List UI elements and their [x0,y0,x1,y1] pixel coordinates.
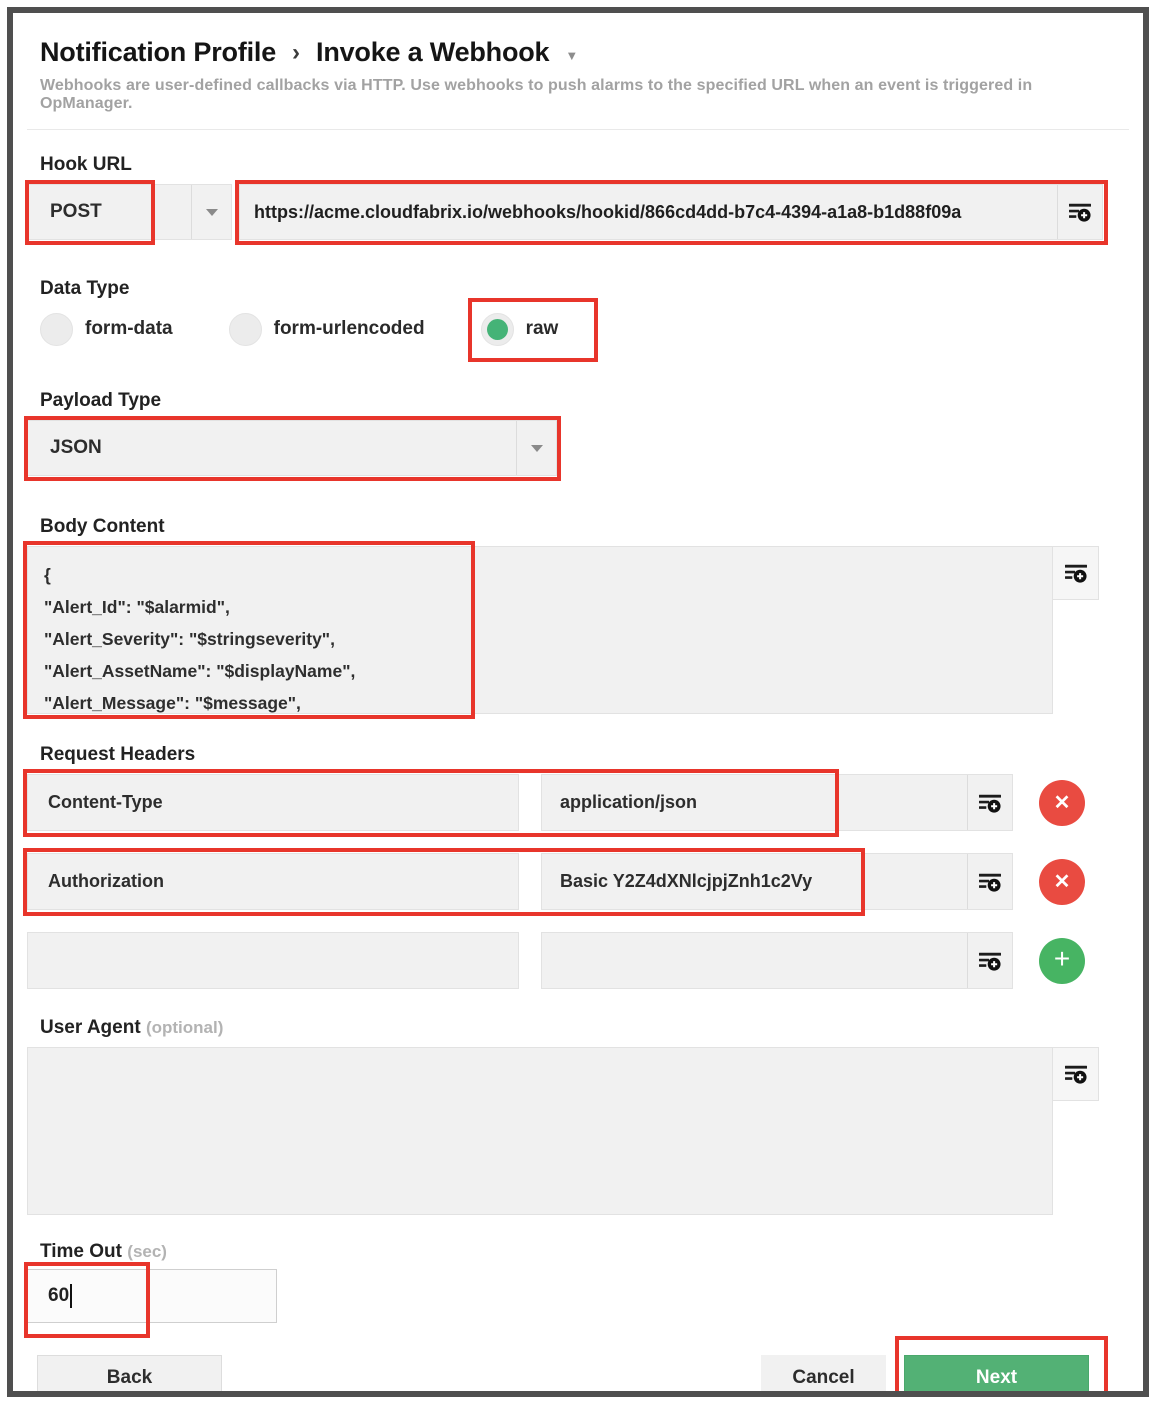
header-name-input[interactable]: Content-Type [27,774,519,831]
header-row-2: Authorization Basic Y2Z4dXNlcjpjZnh1c2Vy [27,853,1129,910]
radio-raw[interactable]: raw [481,313,559,346]
payload-type-select[interactable]: JSON [27,420,557,476]
hook-url-section: Hook URL POST https://acme.cloudfabrix.i… [27,154,1129,240]
close-icon: ✕ [1054,869,1071,894]
header-value-text: Basic Y2Z4dXNlcjpjZnh1c2Vy [542,871,967,892]
user-agent-textarea[interactable] [27,1047,1053,1215]
radio-circle-icon[interactable] [40,313,73,346]
next-button[interactable]: Next [904,1355,1089,1397]
data-type-label: Data Type [40,278,1129,300]
page-header: Notification Profile › Invoke a Webhook … [27,37,1129,130]
data-type-section: Data Type form-data form-urlencoded raw [27,278,1129,348]
close-icon: ✕ [1054,790,1071,815]
annotation-box [24,1262,150,1338]
plus-icon: + [1054,943,1070,975]
text-cursor [70,1284,72,1308]
remove-header-button[interactable]: ✕ [1039,859,1085,905]
header-macros-button[interactable] [967,933,1012,988]
header-name-input[interactable]: Authorization [27,853,519,910]
user-agent-label-text: User Agent [40,1017,141,1038]
payload-caret-cell[interactable] [516,421,556,475]
header-macros-button[interactable] [967,775,1012,830]
body-content-textarea[interactable]: { "Alert_Id": "$alarmid", "Alert_Severit… [27,546,1053,714]
back-button[interactable]: Back [37,1355,222,1397]
time-out-label-text: Time Out [40,1241,122,1262]
macros-icon [1068,201,1092,223]
add-header-button[interactable]: + [1039,938,1085,984]
header-value-input[interactable]: Basic Y2Z4dXNlcjpjZnh1c2Vy [541,853,1013,910]
breadcrumb-notification-profile: Notification Profile [40,37,276,68]
macros-icon [1064,1063,1088,1085]
time-out-label: Time Out (sec) [40,1241,1129,1263]
request-headers-section: Request Headers Content-Type application… [27,744,1129,989]
macros-icon [978,950,1002,972]
hook-url-input[interactable]: https://acme.cloudfabrix.io/webhooks/hoo… [239,184,1103,240]
header-value-text: application/json [542,792,967,813]
radio-label: raw [526,318,559,340]
time-out-unit-hint: (sec) [127,1242,167,1261]
http-method-select[interactable]: POST [27,184,232,240]
user-agent-optional-hint: (optional) [146,1018,223,1037]
macros-icon [978,871,1002,893]
body-macros-button[interactable] [1053,546,1099,600]
user-agent-macros-button[interactable] [1053,1047,1099,1101]
chevron-down-icon[interactable]: ▼ [565,48,578,63]
breadcrumb-separator-icon: › [290,39,302,67]
time-out-input[interactable]: 60 [27,1269,277,1323]
body-content-section: Body Content { "Alert_Id": "$alarmid", "… [27,516,1129,714]
profile-type-dropdown[interactable]: Invoke a Webhook [316,37,549,68]
cancel-button[interactable]: Cancel [761,1355,886,1397]
breadcrumb: Notification Profile › Invoke a Webhook … [40,37,1129,68]
remove-header-button[interactable]: ✕ [1039,780,1085,826]
header-row-1: Content-Type application/json ✕ [27,774,1129,831]
radio-circle-selected-icon[interactable] [481,313,514,346]
webhook-description: Webhooks are user-defined callbacks via … [40,77,1129,113]
body-content-label: Body Content [40,516,1129,538]
payload-type-label: Payload Type [40,390,1129,412]
header-name-input[interactable] [27,932,519,989]
chevron-down-icon [531,445,543,452]
hook-url-value: https://acme.cloudfabrix.io/webhooks/hoo… [240,202,1057,223]
radio-circle-icon[interactable] [229,313,262,346]
payload-type-section: Payload Type JSON [27,390,1129,476]
macros-icon [1064,562,1088,584]
radio-form-urlencoded[interactable]: form-urlencoded [229,313,425,346]
user-agent-label: User Agent (optional) [40,1017,1129,1039]
header-row-3: + [27,932,1129,989]
header-value-input[interactable]: application/json [541,774,1013,831]
action-button-row: Back Cancel Next [27,1355,1129,1397]
radio-label: form-urlencoded [274,318,425,340]
http-method-value: POST [28,201,191,223]
request-headers-label: Request Headers [40,744,1129,766]
screenshot-frame: Notification Profile › Invoke a Webhook … [7,7,1149,1397]
header-macros-button[interactable] [967,854,1012,909]
time-out-value: 60 [48,1285,69,1307]
payload-type-value: JSON [28,437,516,459]
url-macros-button[interactable] [1057,185,1102,239]
chevron-down-icon [206,209,218,216]
radio-form-data[interactable]: form-data [40,313,173,346]
header-value-input[interactable] [541,932,1013,989]
macros-icon [978,792,1002,814]
method-caret-cell[interactable] [191,185,231,239]
radio-label: form-data [85,318,173,340]
hook-url-label: Hook URL [40,154,1129,176]
user-agent-section: User Agent (optional) [27,1017,1129,1215]
time-out-section: Time Out (sec) 60 [27,1241,1129,1323]
